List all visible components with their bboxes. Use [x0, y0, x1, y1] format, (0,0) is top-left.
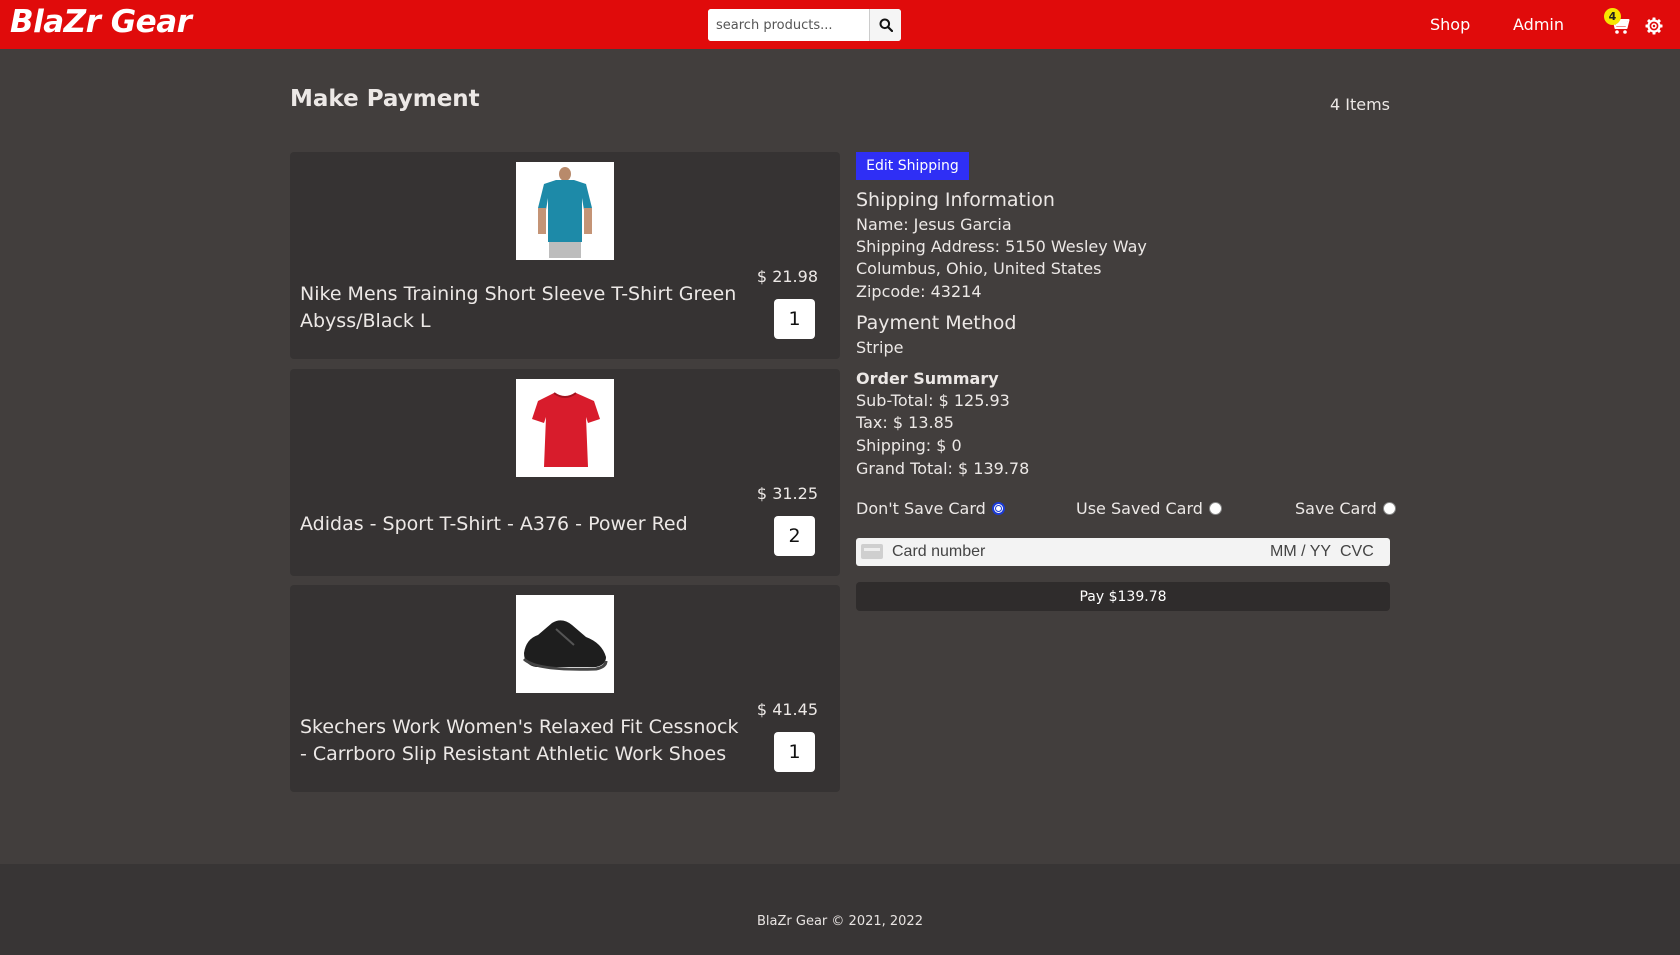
teal-tshirt-photo	[516, 162, 614, 260]
card-input-field[interactable]: Card number MM / YY CVC	[856, 538, 1390, 566]
product-name[interactable]: Skechers Work Women's Relaxed Fit Cessno…	[300, 714, 740, 768]
dont-save-card-option[interactable]: Don't Save Card	[856, 499, 1005, 518]
product-name[interactable]: Nike Mens Training Short Sleeve T-Shirt …	[300, 281, 740, 335]
cart-item: Adidas - Sport T-Shirt - A376 - Power Re…	[290, 369, 840, 576]
dont-save-card-radio[interactable]	[991, 502, 1005, 515]
card-expiry-input[interactable]: MM / YY	[1270, 543, 1331, 561]
shipping-heading: Shipping Information	[856, 189, 1055, 211]
quantity-box[interactable]: 1	[774, 732, 815, 772]
product-image[interactable]	[516, 379, 614, 477]
use-saved-card-radio[interactable]	[1208, 502, 1222, 515]
summary-grand-total: Grand Total: $ 139.78	[856, 459, 1030, 478]
radio-label: Save Card	[1295, 499, 1377, 518]
summary-tax: Tax: $ 13.85	[856, 413, 954, 432]
top-navbar: BlaZr Gear Shop Admin 4	[0, 0, 1680, 49]
search-button[interactable]	[869, 9, 901, 41]
radio-label: Don't Save Card	[856, 499, 986, 518]
black-shoe-photo	[516, 595, 614, 693]
summary-subtotal: Sub-Total: $ 125.93	[856, 391, 1010, 410]
order-summary-heading: Order Summary	[856, 369, 999, 388]
shipping-zipcode: Zipcode: 43214	[856, 282, 982, 301]
shipping-city: Columbus, Ohio, United States	[856, 259, 1102, 278]
red-tshirt-photo	[516, 379, 614, 477]
footer: BlaZr Gear © 2021, 2022	[0, 864, 1680, 955]
pay-button[interactable]: Pay $139.78	[856, 582, 1390, 611]
items-count: 4 Items	[1329, 95, 1390, 114]
payment-method-heading: Payment Method	[856, 312, 1017, 334]
search-box	[708, 9, 901, 41]
summary-shipping: Shipping: $ 0	[856, 436, 962, 455]
payment-method-value: Stripe	[856, 338, 904, 357]
edit-shipping-button[interactable]: Edit Shipping	[856, 152, 969, 180]
product-image[interactable]	[516, 162, 614, 260]
nav-admin-link[interactable]: Admin	[1513, 15, 1564, 34]
product-name[interactable]: Adidas - Sport T-Shirt - A376 - Power Re…	[300, 511, 740, 538]
save-card-radio[interactable]	[1382, 502, 1396, 515]
shipping-name: Name: Jesus Garcia	[856, 215, 1012, 234]
nav-shop-link[interactable]: Shop	[1430, 15, 1470, 34]
product-image[interactable]	[516, 595, 614, 693]
product-price: $ 41.45	[756, 700, 818, 719]
credit-card-icon	[861, 544, 883, 559]
card-number-input[interactable]: Card number	[892, 543, 985, 561]
cart-item: Nike Mens Training Short Sleeve T-Shirt …	[290, 152, 840, 359]
cart-item: Skechers Work Women's Relaxed Fit Cessno…	[290, 585, 840, 792]
page-title: Make Payment	[290, 86, 480, 112]
quantity-box[interactable]: 1	[774, 299, 815, 339]
radio-label: Use Saved Card	[1076, 499, 1203, 518]
quantity-box[interactable]: 2	[774, 516, 815, 556]
gear-icon[interactable]	[1645, 17, 1663, 35]
brand-logo[interactable]: BlaZr Gear	[10, 4, 192, 40]
footer-copyright: BlaZr Gear © 2021, 2022	[757, 914, 923, 929]
product-price: $ 21.98	[756, 267, 818, 286]
search-input[interactable]	[708, 9, 869, 41]
search-icon	[879, 18, 893, 32]
product-price: $ 31.25	[756, 484, 818, 503]
save-card-option[interactable]: Save Card	[1295, 499, 1396, 518]
shipping-address: Shipping Address: 5150 Wesley Way	[856, 237, 1147, 256]
cart-count-badge: 4	[1604, 8, 1621, 25]
use-saved-card-option[interactable]: Use Saved Card	[1076, 499, 1222, 518]
card-cvc-input[interactable]: CVC	[1340, 543, 1374, 561]
